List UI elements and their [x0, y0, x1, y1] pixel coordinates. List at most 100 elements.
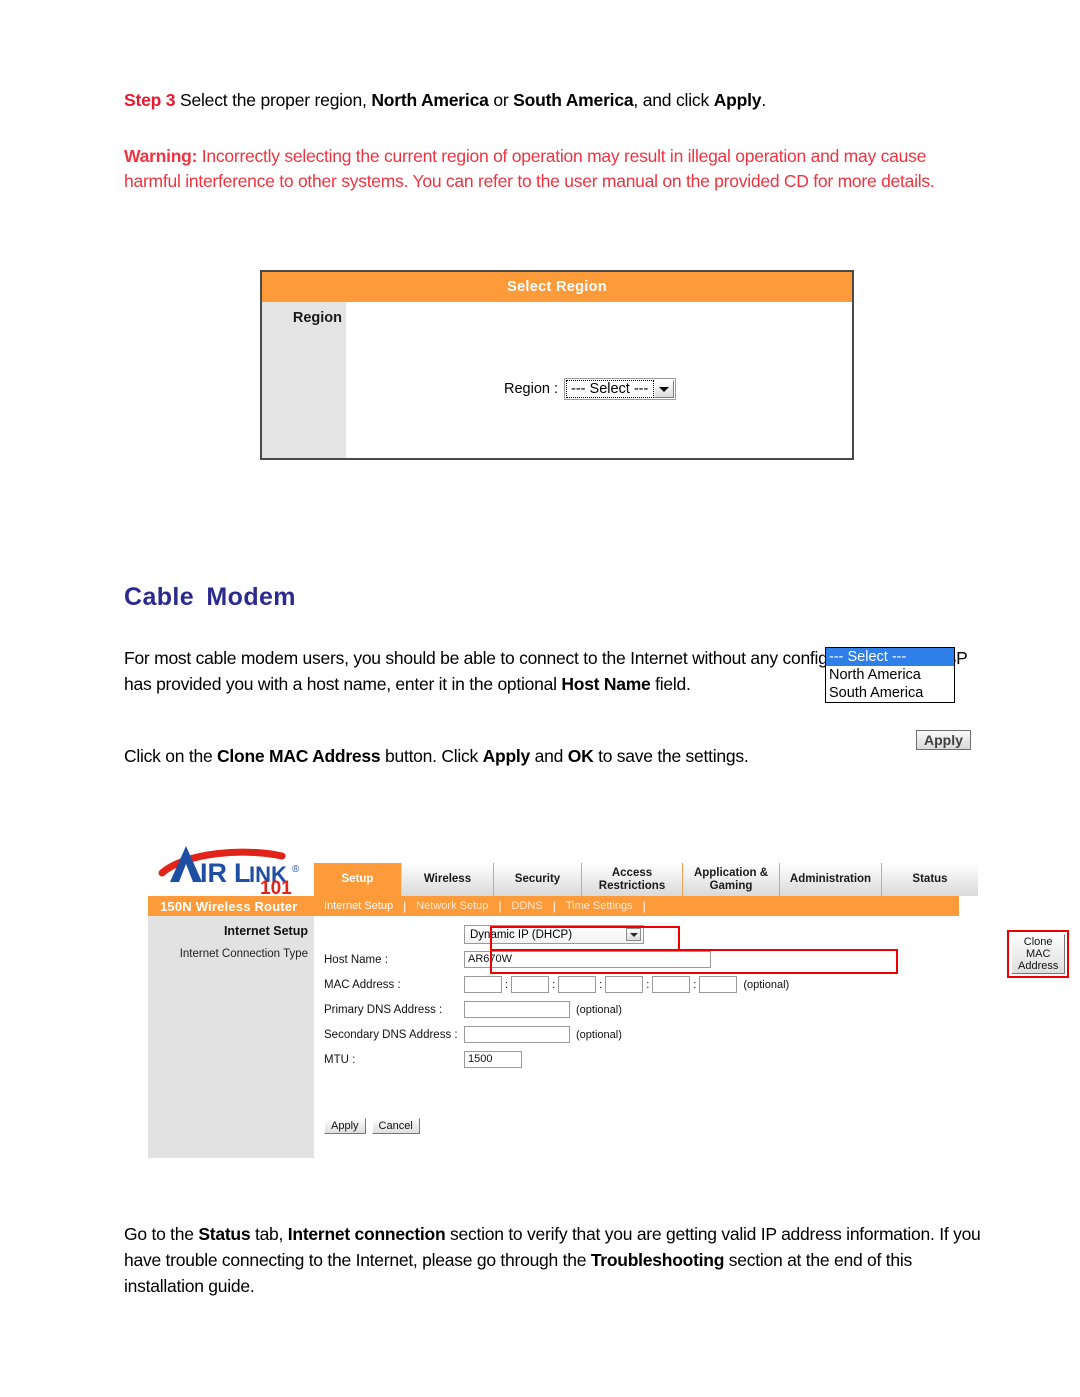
region-field-label: Region :	[504, 381, 559, 397]
secondary-dns-optional-label: (optional)	[576, 1028, 622, 1041]
sub-nav-items: Internet Setup | Network Setup | DDNS | …	[314, 899, 646, 913]
subnav-divider: |	[642, 899, 646, 913]
tab-administration[interactable]: Administration	[780, 863, 882, 896]
region-select-value: --- Select ---	[566, 380, 655, 398]
mac-octet-input-3[interactable]	[558, 976, 597, 993]
subnav-item-network-setup[interactable]: Network Setup	[406, 900, 498, 912]
cancel-button[interactable]: Cancel	[371, 1118, 420, 1134]
mac-octet-input-4[interactable]	[605, 976, 644, 993]
warning-paragraph: Warning: Incorrectly selecting the curre…	[124, 144, 984, 195]
row-connection-type: Dynamic IP (DHCP)	[314, 922, 959, 947]
step-text-2: or	[488, 90, 514, 110]
step-3-instruction: Step 3 Select the proper region, North A…	[124, 88, 984, 113]
para2-text-3: and	[530, 746, 568, 766]
para2-bold-clone-mac: Clone MAC Address	[217, 746, 381, 766]
mac-octet-input-5[interactable]	[652, 976, 691, 993]
para3-text-2: tab,	[250, 1224, 288, 1244]
para2-bold-ok: OK	[567, 746, 594, 766]
row-primary-dns: Primary DNS Address : (optional)	[314, 997, 959, 1022]
region-field-row: Region : --- Select ---	[504, 378, 677, 400]
para3-bold-internet-connection: Internet connection	[287, 1224, 446, 1244]
label-secondary-dns: Secondary DNS Address :	[324, 1028, 458, 1041]
region-apply-button[interactable]: Apply	[916, 730, 971, 750]
para2-text-4: to save the settings.	[593, 746, 749, 766]
subnav-item-time-settings[interactable]: Time Settings	[556, 900, 643, 912]
mac-colon: :	[599, 978, 603, 991]
para1-text-2: field.	[650, 673, 691, 694]
paragraph-clone-mac: Click on the Clone MAC Address button. C…	[124, 744, 984, 770]
primary-dns-input[interactable]	[464, 1001, 570, 1018]
mac-colon: :	[693, 978, 697, 991]
select-region-body: Region Region : --- Select --- Apply	[262, 302, 971, 750]
row-mac-address: MAC Address : : : : : : (optional)	[314, 972, 959, 997]
mac-optional-label: (optional)	[743, 978, 790, 991]
primary-dns-optional-label: (optional)	[576, 1003, 622, 1016]
router-model-name: 150N Wireless Router	[160, 898, 298, 914]
step-text-3: , and click	[633, 90, 714, 110]
router-body: Internet Setup Internet Connection Type …	[148, 916, 1070, 1158]
mac-colon: :	[552, 978, 556, 991]
select-region-main: Region : --- Select --- Apply	[346, 302, 971, 750]
tab-application-and-gaming[interactable]: Application & Gaming	[683, 863, 780, 896]
clone-mac-address-button[interactable]: Clone MAC Address	[1011, 934, 1066, 974]
tab-security[interactable]: Security	[494, 863, 582, 896]
router-form-area: Dynamic IP (DHCP) Host Name : AR670W MAC…	[314, 916, 1070, 1158]
tab-wireless[interactable]: Wireless	[402, 863, 494, 896]
airlink-logo: IR L INK ® 101	[156, 840, 324, 899]
sidebar-label-region: Region	[292, 310, 342, 326]
select-region-panel: Select Region Region Region : --- Select…	[260, 270, 971, 750]
para3-text-1: Go to the	[124, 1224, 199, 1244]
para3-bold-troubleshooting: Troubleshooting	[590, 1249, 725, 1270]
mtu-input[interactable]: 1500	[464, 1051, 522, 1068]
region-dropdown-list[interactable]: --- Select --- North America South Ameri…	[825, 647, 955, 703]
tab-setup[interactable]: Setup	[314, 863, 402, 896]
host-name-input[interactable]: AR670W	[464, 951, 711, 968]
chevron-down-icon[interactable]	[654, 380, 675, 398]
para3-bold-status: Status	[198, 1224, 251, 1244]
para2-text-2: button. Click	[380, 746, 483, 766]
router-header: IR L INK ® 101 Setup Wireless Security A…	[148, 838, 978, 899]
mac-colon: :	[505, 978, 509, 991]
select-region-title: Select Region	[507, 279, 607, 295]
connection-type-value: Dynamic IP (DHCP)	[470, 928, 573, 941]
region-option-north-america[interactable]: North America	[826, 666, 954, 684]
label-host-name: Host Name :	[324, 953, 388, 966]
main-tab-bar: Setup Wireless Security Access Restricti…	[314, 863, 978, 896]
para2-text-1: Click on the	[124, 746, 218, 766]
secondary-dns-input[interactable]	[464, 1026, 570, 1043]
row-secondary-dns: Secondary DNS Address : (optional)	[314, 1022, 959, 1047]
label-primary-dns: Primary DNS Address :	[324, 1003, 443, 1016]
label-mtu: MTU :	[324, 1053, 356, 1066]
subnav-item-ddns[interactable]: DDNS	[502, 900, 553, 912]
mac-octet-input-2[interactable]	[511, 976, 550, 993]
mac-octet-input-6[interactable]	[699, 976, 738, 993]
router-admin-screenshot: IR L INK ® 101 Setup Wireless Security A…	[148, 838, 1070, 1158]
chevron-down-icon[interactable]	[626, 928, 641, 941]
subnav-item-internet-setup[interactable]: Internet Setup	[314, 900, 403, 912]
region-option-select[interactable]: --- Select ---	[826, 648, 954, 666]
tab-status[interactable]: Status	[882, 863, 978, 896]
page-title-cable-modem: Cable Modem	[124, 583, 296, 611]
step-bold-apply: Apply	[713, 90, 762, 110]
step-keyword: Step 3	[124, 90, 176, 110]
paragraph-status-verify: Go to the Status tab, Internet connectio…	[124, 1222, 984, 1300]
step-bold-south-america: South America	[513, 90, 634, 110]
select-region-sidebar: Region	[262, 302, 346, 458]
select-region-header: Select Region	[262, 272, 852, 302]
region-select[interactable]: --- Select ---	[564, 378, 677, 400]
tab-access-restrictions[interactable]: Access Restrictions	[582, 863, 683, 896]
svg-text:101: 101	[260, 878, 292, 894]
connection-type-select[interactable]: Dynamic IP (DHCP)	[464, 925, 644, 944]
warning-keyword: Warning:	[124, 146, 198, 166]
clone-mac-highlight: Clone MAC Address	[1006, 930, 1070, 978]
step-text-1: Select the proper region,	[175, 90, 372, 110]
sub-nav-bar: 150N Wireless Router Internet Setup | Ne…	[148, 896, 959, 916]
apply-button[interactable]: Apply	[324, 1118, 366, 1134]
row-mtu: MTU : 1500	[314, 1047, 959, 1072]
mac-octet-input-1[interactable]	[464, 976, 502, 993]
router-sidebar: Internet Setup Internet Connection Type	[148, 916, 314, 1158]
step-bold-north-america: North America	[371, 90, 489, 110]
region-option-south-america[interactable]: South America	[826, 684, 954, 702]
label-internet-connection-type: Internet Connection Type	[179, 948, 308, 960]
row-host-name: Host Name : AR670W	[314, 947, 959, 972]
